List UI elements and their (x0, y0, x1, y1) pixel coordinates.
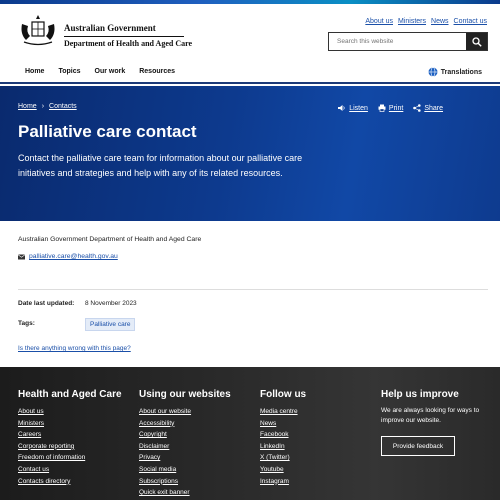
improve-text: We are always looking for ways to improv… (381, 407, 480, 424)
share-icon (413, 104, 421, 112)
footer-link[interactable]: LinkedIn (260, 443, 285, 450)
footer-link[interactable]: Youtube (260, 466, 284, 473)
contact-details: Australian Government Department of Heal… (18, 236, 488, 260)
department-name: Department of Health and Aged Care (64, 39, 193, 48)
nav-item-home[interactable]: Home (25, 68, 44, 75)
footer-heading-websites: Using our websites (139, 389, 231, 400)
page-title: Palliative care contact (18, 122, 197, 141)
footer-link[interactable]: Corporate reporting (18, 443, 74, 450)
main-nav: Home Topics Our work Resources Translati… (0, 60, 500, 84)
footer-link[interactable]: About us (18, 408, 44, 415)
report-problem-link[interactable]: Is there anything wrong with this page? (18, 345, 131, 352)
footer-link[interactable]: Careers (18, 431, 41, 438)
breadcrumb-contacts[interactable]: Contacts (49, 103, 77, 110)
speaker-icon (338, 105, 345, 111)
contact-email: palliative.care@health.gov.au (18, 253, 118, 260)
footer-link[interactable]: X (Twitter) (260, 454, 290, 461)
footer-link[interactable]: Social media (139, 466, 176, 473)
nav-item-topics[interactable]: Topics (58, 68, 80, 75)
share-link[interactable]: Share (424, 105, 443, 112)
search-icon (471, 36, 482, 47)
tags-label: Tags: (18, 320, 35, 327)
site-footer: Health and Aged Care About us Ministers … (0, 367, 500, 500)
utility-link-contact-us[interactable]: Contact us (454, 18, 487, 25)
utility-link-ministers[interactable]: Ministers (398, 18, 426, 25)
envelope-icon (18, 253, 25, 259)
utility-link-news[interactable]: News (431, 18, 449, 25)
footer-link[interactable]: Facebook (260, 431, 289, 438)
utility-nav: About us Ministers News Contact us (365, 18, 487, 25)
page-hero: Home › Contacts Listen Print Share Palli… (0, 86, 500, 221)
print-link[interactable]: Print (389, 105, 403, 112)
share-action[interactable]: Share (413, 104, 443, 112)
government-name: Australian Government (64, 23, 156, 33)
listen-action[interactable]: Listen (338, 104, 368, 112)
breadcrumb-separator: › (41, 103, 45, 110)
page-intro: Contact the palliative care team for inf… (18, 153, 303, 178)
footer-link[interactable]: Accessibility (139, 420, 174, 427)
search-input[interactable] (329, 33, 466, 50)
footer-heading-follow: Follow us (260, 389, 307, 400)
date-value: 8 November 2023 (85, 300, 137, 307)
nav-item-our-work[interactable]: Our work (95, 68, 126, 75)
tag-palliative-care[interactable]: Palliative care (85, 318, 136, 331)
footer-link[interactable]: News (260, 420, 276, 427)
provide-feedback-button[interactable]: Provide feedback (381, 436, 455, 456)
footer-link[interactable]: Privacy (139, 454, 160, 461)
globe-icon (428, 67, 438, 77)
breadcrumb-home[interactable]: Home (18, 103, 37, 110)
breadcrumb: Home › Contacts (18, 103, 77, 110)
search-button[interactable] (466, 33, 487, 50)
translations-button[interactable]: Translations (428, 67, 482, 77)
coat-of-arms-icon (21, 15, 55, 46)
footer-col-improve: Help us improve We are always looking fo… (381, 389, 486, 456)
content-divider (18, 289, 488, 290)
site-header: Australian Government Department of Heal… (0, 4, 500, 60)
footer-heading-health: Health and Aged Care (18, 389, 122, 400)
footer-link[interactable]: Quick exit banner (139, 489, 190, 496)
nav-item-resources[interactable]: Resources (139, 68, 175, 75)
footer-link[interactable]: Copyright (139, 431, 167, 438)
contact-organisation: Australian Government Department of Heal… (18, 236, 202, 243)
page-actions: Listen Print Share (338, 104, 443, 112)
listen-link[interactable]: Listen (349, 105, 368, 112)
email-link[interactable]: palliative.care@health.gov.au (29, 253, 118, 260)
footer-col-websites: Using our websites About our website Acc… (139, 389, 231, 499)
footer-col-health: Health and Aged Care About us Ministers … (18, 389, 122, 487)
printer-icon (378, 104, 386, 112)
footer-link[interactable]: Contact us (18, 466, 49, 473)
footer-heading-improve: Help us improve (381, 389, 459, 400)
footer-link[interactable]: Ministers (18, 420, 44, 427)
footer-link[interactable]: Contacts directory (18, 478, 70, 485)
footer-link[interactable]: Instagram (260, 478, 289, 485)
footer-link[interactable]: Disclaimer (139, 443, 169, 450)
logo-divider (64, 36, 184, 37)
print-action[interactable]: Print (378, 104, 403, 112)
translations-label: Translations (440, 68, 482, 76)
footer-link[interactable]: Subscriptions (139, 478, 178, 485)
search-form (328, 32, 488, 51)
footer-link[interactable]: Freedom of information (18, 454, 85, 461)
footer-link[interactable]: Media centre (260, 408, 298, 415)
footer-col-follow: Follow us Media centre News Facebook Lin… (260, 389, 306, 487)
date-label: Date last updated: (18, 300, 75, 307)
utility-link-about-us[interactable]: About us (365, 18, 393, 25)
footer-link[interactable]: About our website (139, 408, 191, 415)
